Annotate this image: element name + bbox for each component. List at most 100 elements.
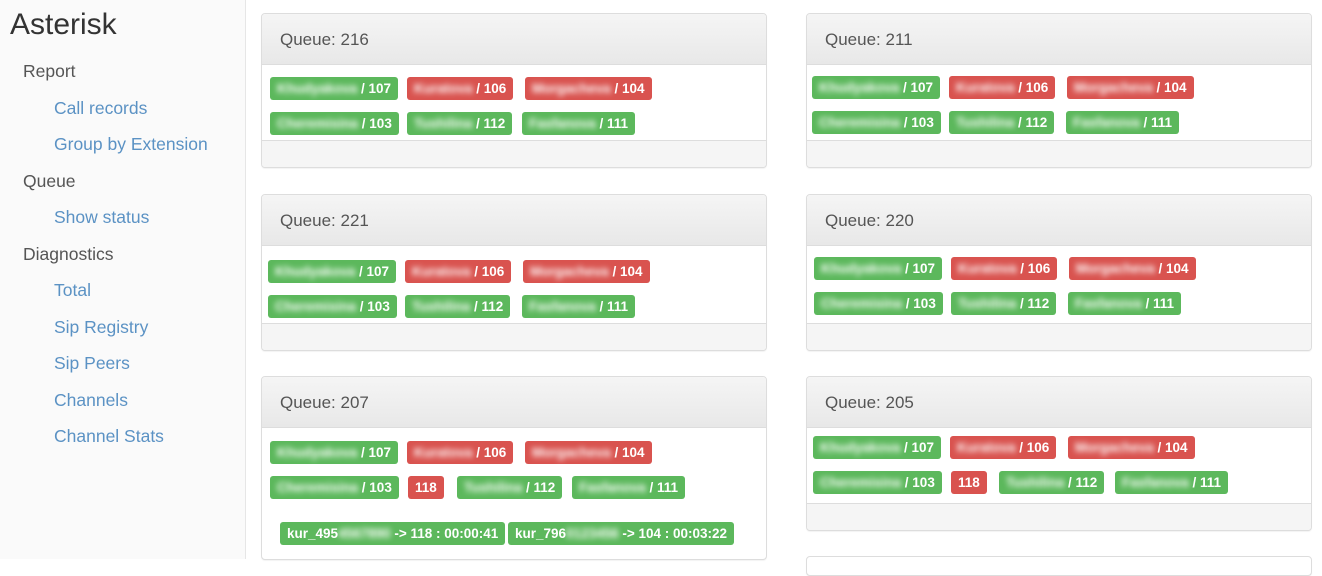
agent-name: Khudyakova bbox=[819, 80, 900, 95]
agent-extension: / 111 bbox=[595, 299, 629, 314]
queue-title: Queue: 220 bbox=[807, 195, 1311, 246]
agent-extension: / 104 bbox=[610, 445, 645, 460]
agent-label: Tushilina / 112 bbox=[405, 295, 511, 318]
call-caller-masked: 4567890 bbox=[338, 526, 391, 541]
agent-name: Tushilina bbox=[412, 299, 471, 314]
agent-name: Tushilina bbox=[1006, 475, 1065, 490]
agent-name: Cheremisina bbox=[277, 116, 359, 131]
agent-name: Kuratova bbox=[414, 81, 473, 96]
agent-extension: / 104 bbox=[1153, 440, 1188, 455]
agent-name: Khudyakova bbox=[820, 440, 901, 455]
panel-footer bbox=[262, 140, 766, 167]
agent-extension: / 111 bbox=[645, 480, 679, 495]
agent-label: Khudyakova / 107 bbox=[268, 260, 397, 283]
agent-label: Morgacheva / 104 bbox=[525, 77, 652, 100]
queue-panel: Queue: 207 Khudyakova / 107 Kuratova / 1… bbox=[261, 376, 767, 560]
agent-extension: / 103 bbox=[358, 480, 392, 495]
agent-label: Kuratova / 106 bbox=[407, 77, 514, 100]
agent-name: Tushilina bbox=[464, 480, 523, 495]
agent-extension: / 103 bbox=[901, 475, 935, 490]
call-caller-masked: 0123456 bbox=[566, 526, 619, 541]
sidebar-item-total[interactable]: Total bbox=[54, 280, 91, 301]
queue-panel: Queue: 221 Khudyakova / 107 Kuratova / 1… bbox=[261, 194, 767, 351]
queue-panel: Queue: 205 Khudyakova / 107 Kuratova / 1… bbox=[806, 376, 1312, 531]
agent-label: Kuratova / 106 bbox=[951, 257, 1058, 280]
agent-label: 118 bbox=[951, 471, 987, 494]
agent-label: Khudyakova / 107 bbox=[813, 436, 942, 459]
agent-label: Fasfanova / 111 bbox=[572, 476, 686, 499]
agent-name: Fasfanova bbox=[579, 480, 646, 495]
agent-name: Morgacheva bbox=[530, 264, 609, 279]
call-details: -> 118 : 00:00:41 bbox=[390, 526, 499, 541]
active-call-label: kur_4954567890 -> 118 : 00:00:41 bbox=[280, 522, 506, 545]
agent-extension: / 103 bbox=[358, 116, 392, 131]
agent-extension: / 104 bbox=[610, 81, 645, 96]
queue-panel bbox=[806, 556, 1312, 576]
agent-label: Fasfanova / 111 bbox=[522, 112, 636, 135]
queue-title: Queue: 205 bbox=[807, 377, 1311, 428]
agent-label: Tushilina / 112 bbox=[999, 471, 1105, 494]
call-details: -> 104 : 00:03:22 bbox=[618, 526, 728, 541]
agent-label: Fasfanova / 111 bbox=[1068, 292, 1182, 315]
sidebar-item-sip-registry[interactable]: Sip Registry bbox=[54, 317, 148, 338]
agent-name: Kuratova bbox=[412, 264, 471, 279]
agent-extension: 118 bbox=[415, 480, 437, 495]
agent-label: Tushilina / 112 bbox=[407, 112, 513, 135]
agent-name: Khudyakova bbox=[277, 81, 358, 96]
panel-footer bbox=[807, 140, 1311, 167]
agent-name: Tushilina bbox=[956, 115, 1015, 130]
agent-extension: / 112 bbox=[472, 116, 506, 131]
agent-name: Khudyakova bbox=[277, 445, 358, 460]
sidebar-item-group-by-extension[interactable]: Group by Extension bbox=[54, 134, 208, 155]
sidebar-item-sip-peers[interactable]: Sip Peers bbox=[54, 353, 130, 374]
agent-extension: / 112 bbox=[1064, 475, 1098, 490]
sidebar-item-channel-stats[interactable]: Channel Stats bbox=[54, 426, 164, 447]
agent-name: Tushilina bbox=[958, 296, 1017, 311]
agent-name: Khudyakova bbox=[821, 261, 902, 276]
agent-extension: / 106 bbox=[1014, 80, 1049, 95]
app-title: Asterisk bbox=[10, 8, 117, 41]
agent-name: Morgacheva bbox=[532, 445, 611, 460]
queue-panel: Queue: 211 Khudyakova / 107 Kuratova / 1… bbox=[806, 13, 1312, 168]
agent-label: Khudyakova / 107 bbox=[270, 441, 399, 464]
panel-footer bbox=[807, 503, 1311, 530]
agent-name: Tushilina bbox=[414, 116, 473, 131]
agent-label: Fasfanova / 111 bbox=[1066, 111, 1180, 134]
agent-extension: / 103 bbox=[356, 299, 390, 314]
agent-extension: / 104 bbox=[1152, 80, 1187, 95]
agent-name: Fasfanova bbox=[1122, 475, 1189, 490]
agent-extension: / 104 bbox=[1154, 261, 1189, 276]
call-caller: kur_495 bbox=[287, 526, 339, 541]
agent-name: Morgacheva bbox=[1074, 80, 1153, 95]
agent-label: Tushilina / 112 bbox=[457, 476, 563, 499]
agent-extension: / 111 bbox=[595, 116, 629, 131]
agent-label: Tushilina / 112 bbox=[949, 111, 1055, 134]
agent-label: Tushilina / 112 bbox=[951, 292, 1057, 315]
agent-name: Kuratova bbox=[956, 80, 1015, 95]
sidebar-item-channels[interactable]: Channels bbox=[54, 390, 128, 411]
agent-label: Kuratova / 106 bbox=[407, 441, 514, 464]
agent-extension: / 103 bbox=[900, 115, 934, 130]
queue-panel: Queue: 216 Khudyakova / 107 Kuratova / 1… bbox=[261, 13, 767, 168]
agent-name: Morgacheva bbox=[532, 81, 611, 96]
agent-label: Kuratova / 106 bbox=[405, 260, 512, 283]
agent-extension: / 106 bbox=[472, 81, 507, 96]
sidebar-item-show-status[interactable]: Show status bbox=[54, 207, 149, 228]
agent-label: Morgacheva / 104 bbox=[1069, 257, 1196, 280]
agent-name: Cheremisina bbox=[277, 480, 359, 495]
sidebar-item-call-records[interactable]: Call records bbox=[54, 98, 147, 119]
agent-name: Morgacheva bbox=[1075, 440, 1154, 455]
agent-label: Cheremisina / 103 bbox=[813, 471, 942, 494]
queue-title: Queue: 221 bbox=[262, 195, 766, 246]
agent-extension: / 111 bbox=[1139, 115, 1173, 130]
sidebar-section-report: Report bbox=[23, 61, 76, 81]
agent-name: Cheremisina bbox=[819, 115, 901, 130]
agent-label: 118 bbox=[408, 476, 444, 499]
sidebar-section-diagnostics: Diagnostics bbox=[23, 244, 114, 264]
queue-title: Queue: 207 bbox=[262, 377, 766, 428]
agent-name: Fasfanova bbox=[529, 299, 596, 314]
agent-extension: / 111 bbox=[1141, 296, 1175, 311]
agent-name: Fasfanova bbox=[1073, 115, 1140, 130]
agent-extension: / 106 bbox=[470, 264, 505, 279]
agent-extension: / 112 bbox=[522, 480, 556, 495]
